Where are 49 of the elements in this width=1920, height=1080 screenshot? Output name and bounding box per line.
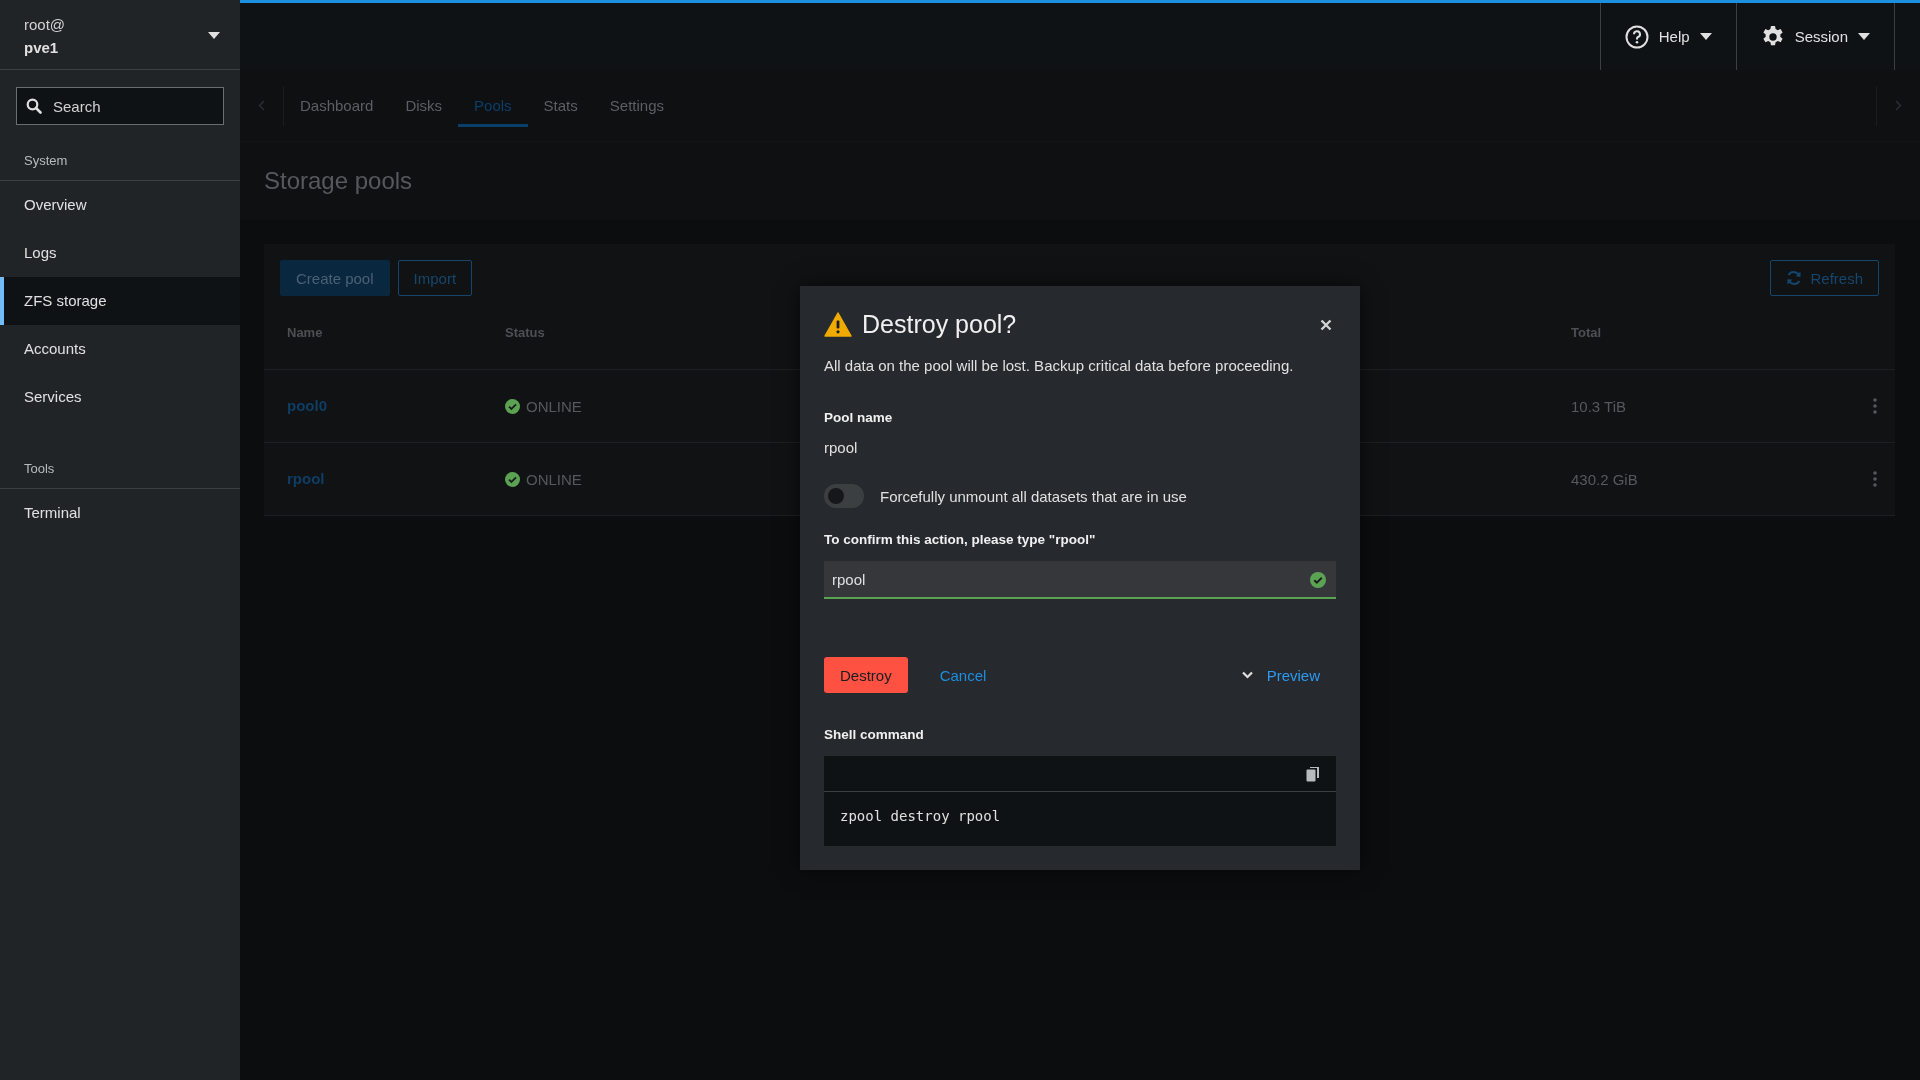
warning-icon: [824, 312, 852, 337]
nav-item[interactable]: Overview: [0, 181, 240, 229]
search-field[interactable]: Search: [16, 87, 224, 125]
check-circle-icon: [505, 398, 520, 414]
tab[interactable]: Dashboard: [284, 87, 390, 127]
preview-toggle[interactable]: Preview: [1241, 666, 1336, 684]
host-name: pve1: [24, 38, 60, 56]
kebab-icon: [1873, 398, 1877, 414]
field-label: Pool name: [824, 410, 894, 425]
nav-item[interactable]: Services: [0, 373, 240, 421]
shell-command: zpool destroy rpool: [839, 807, 1002, 826]
confirm-input-field[interactable]: rpool: [824, 561, 1336, 599]
check-circle-icon: [1310, 572, 1326, 588]
caret-icon: [1699, 33, 1712, 40]
caret-icon: [208, 32, 220, 39]
column-header: Name: [287, 325, 323, 340]
shell-command-heading: Shell command: [824, 727, 925, 742]
nav-item[interactable]: Accounts: [0, 325, 240, 373]
help-icon: [1624, 24, 1649, 49]
column-header: Total: [1571, 325, 1602, 340]
toggle-switch[interactable]: [824, 484, 864, 508]
nav-item[interactable]: Terminal: [0, 489, 240, 537]
total-cell-text: 10.3 TiB: [1571, 397, 1628, 415]
chevron-left-icon: [258, 100, 265, 111]
kebab-icon: [1873, 471, 1877, 487]
dialog-message: All data on the pool will be lost. Backup critical data before proceeding.: [824, 357, 1295, 374]
close-icon: [1320, 318, 1332, 331]
total-cell-text: 430.2 GiB: [1571, 470, 1639, 488]
chevron-right-icon: [1895, 100, 1902, 111]
caret-icon: [1858, 33, 1870, 40]
cancel-button[interactable]: Cancel: [923, 657, 1003, 693]
toggle-label: Forcefully unmount all datasets that are in use: [880, 487, 1187, 505]
check-circle-icon: [505, 471, 520, 487]
field-label: To confirm this action, please type "rpool": [824, 532, 1097, 547]
tab[interactable]: Settings: [593, 87, 680, 127]
tab[interactable]: Stats: [527, 87, 594, 127]
pool-name-value: rpool: [824, 439, 859, 456]
page-title: Storage pools: [264, 167, 413, 195]
nav-item[interactable]: Logs: [0, 229, 240, 277]
tab[interactable]: Disks: [389, 87, 459, 127]
dialog-title: Destroy pool?: [862, 310, 1018, 339]
search-icon: [26, 98, 42, 114]
nav-item[interactable]: ZFS storage: [0, 277, 240, 325]
chevron-icon: [1241, 671, 1253, 679]
copy-icon: [1306, 765, 1320, 782]
column-header: Status: [505, 325, 545, 340]
destroy-button[interactable]: Destroy: [824, 657, 908, 693]
user-name: root@: [24, 15, 66, 33]
refresh-icon: [1786, 270, 1803, 286]
